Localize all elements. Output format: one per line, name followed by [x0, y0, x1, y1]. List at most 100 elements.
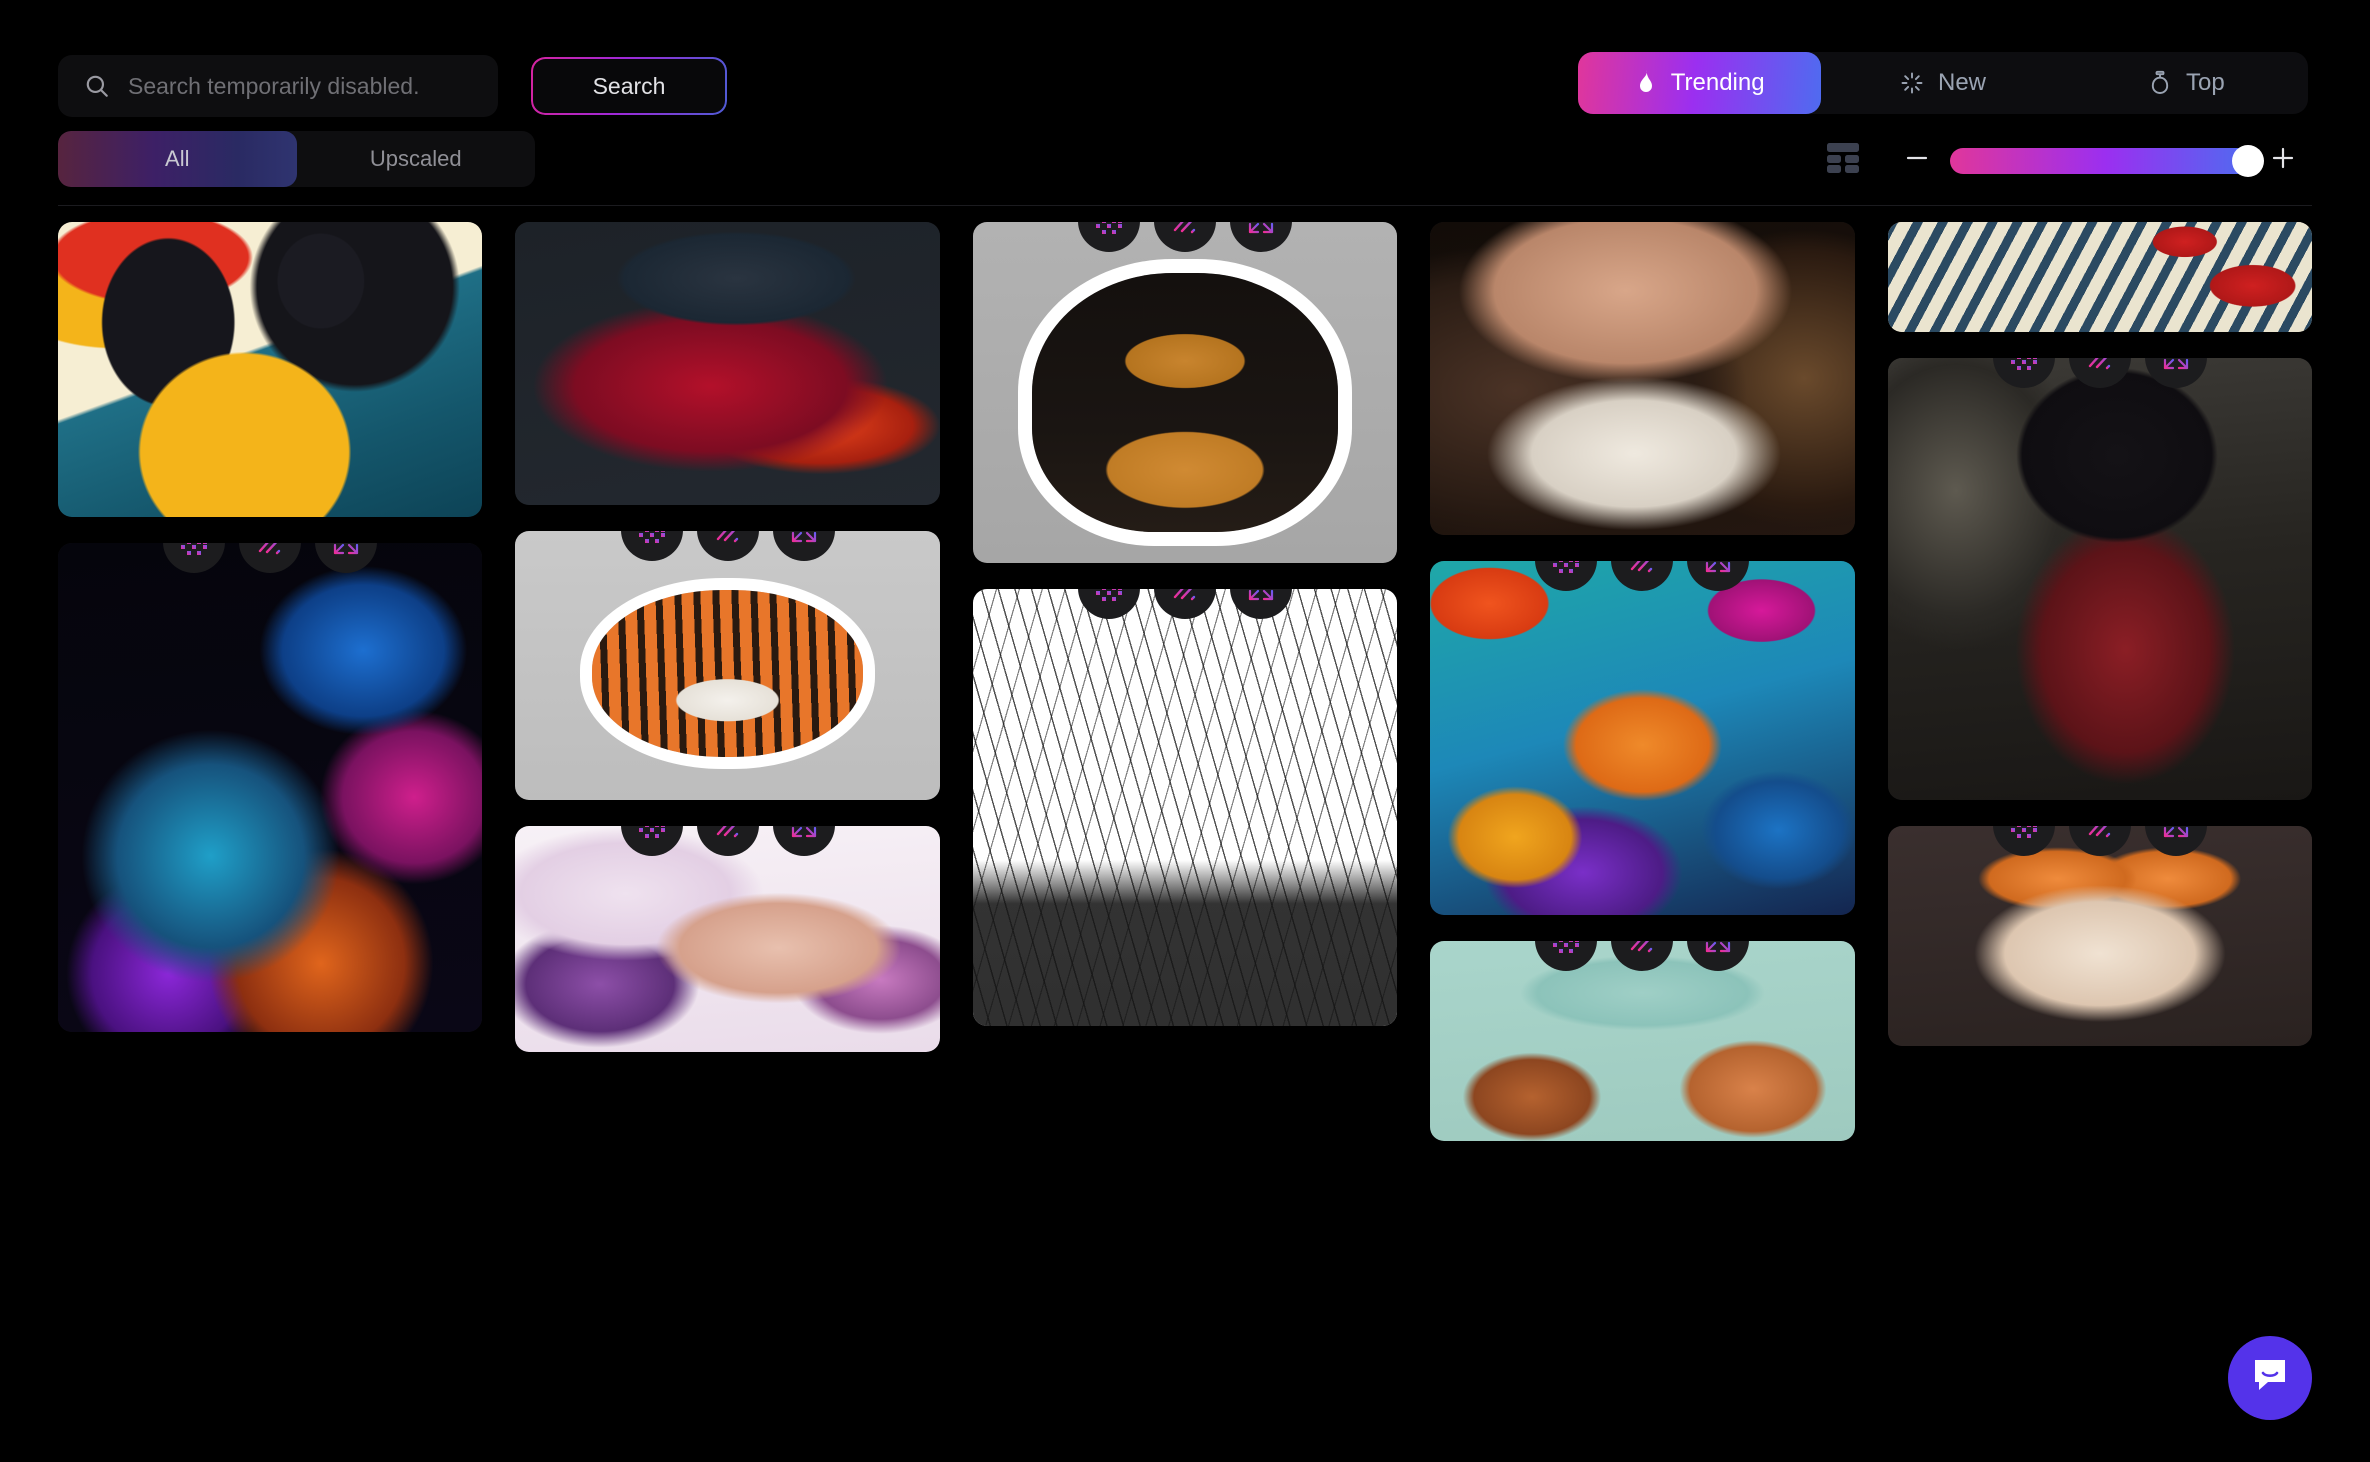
card-action-qr-code[interactable] — [1078, 222, 1141, 252]
gallery-card[interactable] — [1887, 358, 2312, 800]
card-action-diagonal-lines[interactable] — [1154, 222, 1217, 252]
gallery-card[interactable] — [58, 543, 483, 1032]
qr-code-icon — [2009, 826, 2039, 840]
card-action-diagonal-lines[interactable] — [2068, 826, 2131, 856]
card-action-bar — [163, 543, 378, 573]
search-button[interactable]: Search — [531, 57, 727, 115]
card-action-diagonal-lines[interactable] — [1611, 561, 1674, 591]
gallery-card[interactable] — [58, 222, 483, 517]
card-action-diagonal-lines[interactable] — [1611, 941, 1674, 971]
gallery-card-image — [1430, 561, 1855, 915]
filter-tab-upscaled[interactable]: Upscaled — [297, 131, 536, 187]
gallery-column — [58, 222, 483, 1462]
expand-arrows-icon — [1703, 561, 1733, 575]
gallery-card[interactable] — [1430, 222, 1855, 535]
search-row: Search — [58, 55, 727, 117]
gallery-card[interactable] — [1887, 222, 2312, 332]
card-action-diagonal-lines[interactable] — [696, 826, 759, 856]
expand-arrows-icon — [789, 531, 819, 545]
zoom-out-button[interactable] — [1892, 133, 1942, 183]
qr-code-icon — [637, 826, 667, 840]
card-action-expand-arrows[interactable] — [2144, 826, 2207, 856]
card-action-qr-code[interactable] — [620, 826, 683, 856]
card-action-qr-code[interactable] — [1535, 941, 1598, 971]
card-action-qr-code[interactable] — [1992, 826, 2055, 856]
card-action-diagonal-lines[interactable] — [239, 543, 302, 573]
card-action-diagonal-lines[interactable] — [696, 531, 759, 561]
qr-code-icon — [2009, 358, 2039, 372]
filter-tab-upscaled-label: Upscaled — [369, 146, 462, 171]
gallery-column — [1430, 222, 1855, 1462]
sort-tab-new[interactable]: New — [1821, 52, 2064, 114]
search-button-label: Search — [592, 72, 666, 99]
card-action-bar — [620, 531, 835, 561]
gallery-card[interactable] — [515, 826, 940, 1052]
card-action-bar — [1078, 222, 1293, 252]
flame-icon — [1635, 70, 1657, 96]
card-action-expand-arrows[interactable] — [1230, 222, 1293, 252]
diagonal-lines-icon — [1170, 589, 1200, 603]
chat-launcher-button[interactable] — [2228, 1336, 2312, 1420]
card-action-expand-arrows[interactable] — [772, 826, 835, 856]
card-action-expand-arrows[interactable] — [315, 543, 378, 573]
card-action-qr-code[interactable] — [163, 543, 226, 573]
zoom-slider-track — [1950, 148, 2250, 174]
expand-arrows-icon — [789, 826, 819, 840]
sort-tabs: Trending New Top — [1578, 52, 2308, 114]
qr-code-icon — [1094, 589, 1124, 603]
card-action-expand-arrows[interactable] — [1687, 561, 1750, 591]
zoom-slider-thumb[interactable] — [2232, 145, 2264, 177]
gallery-card[interactable] — [1430, 941, 1855, 1141]
diagonal-lines-icon — [1627, 561, 1657, 575]
sort-tab-top[interactable]: Top — [2065, 52, 2308, 114]
gallery-card[interactable] — [515, 531, 940, 800]
card-action-expand-arrows[interactable] — [772, 531, 835, 561]
gallery-card-image — [515, 222, 940, 505]
card-action-bar — [620, 826, 835, 856]
gallery-card-image — [972, 222, 1398, 563]
header-divider — [58, 205, 2312, 206]
filter-tab-all[interactable]: All — [58, 131, 297, 187]
search-box[interactable] — [58, 55, 498, 117]
card-action-qr-code[interactable] — [1078, 589, 1141, 619]
diagonal-lines-icon — [1627, 941, 1657, 955]
grid-layout-icon[interactable] — [1816, 136, 1870, 180]
card-action-qr-code[interactable] — [1535, 561, 1598, 591]
sort-tab-trending[interactable]: Trending — [1578, 52, 1822, 114]
gallery-card[interactable] — [1887, 826, 2312, 1046]
card-action-expand-arrows[interactable] — [1687, 941, 1750, 971]
diagonal-lines-icon — [2085, 358, 2115, 372]
card-action-expand-arrows[interactable] — [1230, 589, 1293, 619]
zoom-in-button[interactable] — [2258, 133, 2308, 183]
card-action-expand-arrows[interactable] — [2144, 358, 2207, 388]
gallery-column — [515, 222, 940, 1462]
search-input[interactable] — [128, 72, 472, 100]
card-action-qr-code[interactable] — [620, 531, 683, 561]
qr-code-icon — [1094, 222, 1124, 236]
expand-arrows-icon — [2161, 358, 2191, 372]
chat-bubble-smile-icon — [2248, 1354, 2292, 1403]
sort-tab-new-label: New — [1937, 69, 1986, 96]
gallery-card-image — [1887, 826, 2312, 1046]
diagonal-lines-icon — [2085, 826, 2115, 840]
gallery-column — [972, 222, 1398, 1462]
diagonal-lines-icon — [1170, 222, 1200, 236]
gallery-card[interactable] — [972, 222, 1398, 563]
view-controls — [1816, 130, 2308, 186]
gallery-card-image — [58, 543, 483, 1032]
card-action-bar — [1535, 561, 1750, 591]
gallery-card[interactable] — [972, 589, 1398, 1026]
zoom-slider[interactable] — [1950, 144, 2264, 177]
card-action-diagonal-lines[interactable] — [1154, 589, 1217, 619]
gallery-card[interactable] — [515, 222, 940, 505]
diagonal-lines-icon — [255, 543, 285, 557]
card-action-diagonal-lines[interactable] — [2068, 358, 2131, 388]
gallery-card[interactable] — [1430, 561, 1855, 915]
expand-arrows-icon — [331, 543, 361, 557]
card-action-qr-code[interactable] — [1992, 358, 2055, 388]
card-action-bar — [1535, 941, 1750, 971]
gallery-card-image — [1430, 222, 1855, 535]
filter-tabs: All Upscaled — [58, 131, 535, 187]
gallery-grid — [58, 222, 2312, 1462]
expand-arrows-icon — [1246, 222, 1276, 236]
